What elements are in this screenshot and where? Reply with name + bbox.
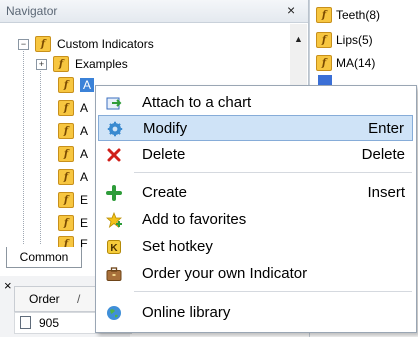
collapse-icon[interactable]: − — [18, 38, 29, 50]
tree-guide-line — [40, 64, 41, 244]
context-menu: Attach to a chart Modify Enter Delete De… — [95, 85, 417, 333]
tree-item-label: E — [80, 237, 89, 247]
menu-item-add-to-favorites[interactable]: Add to favorites — [98, 207, 413, 233]
tree-item-indicator[interactable]: f A — [58, 143, 88, 165]
indicator-icon: f — [316, 7, 332, 23]
star-icon — [106, 212, 122, 228]
menu-item-label: Create — [142, 184, 188, 201]
tree-item-label: E — [80, 193, 89, 207]
tree-item-label: A — [80, 101, 89, 115]
menu-item-label: Set hotkey — [142, 238, 213, 255]
indicator-icon: f — [58, 77, 74, 93]
tree-item-label: A — [80, 147, 89, 161]
menu-item-shortcut: Insert — [367, 184, 405, 201]
menu-separator — [134, 172, 412, 173]
menu-item-modify[interactable]: Modify Enter — [98, 115, 413, 141]
navigator-title: Navigator — [6, 4, 58, 18]
svg-text:K: K — [110, 243, 118, 254]
tree-item-label: A — [80, 170, 89, 184]
tree-item-label: A — [80, 124, 89, 138]
plus-icon — [106, 185, 122, 201]
column-header-order[interactable]: Order — [29, 292, 60, 306]
tree-item-custom-indicators[interactable]: − f Custom Indicators — [18, 33, 154, 55]
tree-item-label: E — [80, 216, 89, 230]
toolbox-close-icon[interactable]: × — [4, 278, 12, 293]
tree-item-indicator[interactable]: f A — [58, 74, 95, 96]
menu-item-online-library[interactable]: Online library — [98, 300, 413, 326]
list-item-label: Lips(5) — [336, 33, 373, 47]
tree-item-label: Custom Indicators — [57, 37, 154, 51]
menu-item-label: Delete — [142, 146, 186, 163]
list-item[interactable]: f MA(14) — [316, 53, 375, 73]
indicator-icon: f — [58, 100, 74, 116]
navigator-close-icon[interactable]: × — [287, 2, 295, 18]
tree-item-indicator[interactable]: f A — [58, 166, 88, 188]
menu-item-create[interactable]: Create Insert — [98, 180, 413, 206]
indicator-icon: f — [58, 146, 74, 162]
globe-icon — [106, 305, 122, 321]
list-item-icon — [318, 75, 332, 85]
indicator-icon: f — [58, 123, 74, 139]
tree-item-indicator[interactable]: f E — [58, 233, 88, 247]
scroll-up-icon[interactable]: ▲ — [294, 34, 303, 44]
indicator-icon: f — [58, 192, 74, 208]
menu-item-label: Online library — [142, 304, 231, 321]
delete-x-icon — [106, 147, 122, 163]
tree-guide-line — [23, 44, 24, 244]
order-number: 905 — [39, 316, 60, 330]
list-item[interactable]: f Teeth(8) — [316, 5, 380, 25]
tab-common-label: Common — [19, 250, 69, 264]
tree-item-indicator[interactable]: f A — [58, 97, 88, 119]
briefcase-icon — [106, 266, 122, 282]
tree-item-indicator[interactable]: f E — [58, 212, 88, 234]
menu-item-attach-to-chart[interactable]: Attach to a chart — [98, 90, 413, 116]
indicator-icon: f — [316, 32, 332, 48]
sort-separator: / — [77, 292, 81, 306]
menu-item-label: Add to favorites — [142, 211, 247, 228]
indicator-icon: f — [58, 215, 74, 231]
tree-item-examples[interactable]: + f Examples — [36, 53, 128, 75]
indicator-icon: f — [58, 236, 74, 247]
menu-item-shortcut: Enter — [368, 120, 404, 137]
menu-item-label: Modify — [143, 120, 188, 137]
indicator-icon: f — [316, 55, 332, 71]
tree-item-indicator[interactable]: f A — [58, 120, 88, 142]
list-item-label: MA(14) — [336, 56, 376, 70]
document-icon — [20, 316, 31, 329]
menu-item-label: Order your own Indicator — [142, 265, 308, 282]
navigator-header: Navigator × — [0, 0, 308, 23]
attach-chart-icon — [106, 95, 122, 111]
menu-separator — [134, 291, 412, 292]
menu-item-order-own-indicator[interactable]: Order your own Indicator — [98, 261, 413, 287]
menu-item-shortcut: Delete — [361, 146, 405, 163]
list-item[interactable]: f Lips(5) — [316, 30, 373, 50]
tree-item-indicator[interactable]: f E — [58, 189, 88, 211]
menu-item-delete[interactable]: Delete Delete — [98, 142, 413, 168]
menu-item-label: Attach to a chart — [142, 94, 252, 111]
indicator-folder-icon: f — [53, 56, 69, 72]
gear-icon — [107, 121, 123, 137]
indicator-folder-icon: f — [35, 36, 51, 52]
tree-item-label: A — [80, 78, 95, 92]
tab-common[interactable]: Common — [6, 247, 82, 268]
tree-item-label: Examples — [75, 57, 128, 71]
indicator-icon: f — [58, 169, 74, 185]
list-item-label: Teeth(8) — [336, 8, 381, 22]
expand-icon[interactable]: + — [36, 58, 47, 70]
menu-item-set-hotkey[interactable]: K Set hotkey — [98, 234, 413, 260]
hotkey-k-icon: K — [106, 239, 122, 255]
